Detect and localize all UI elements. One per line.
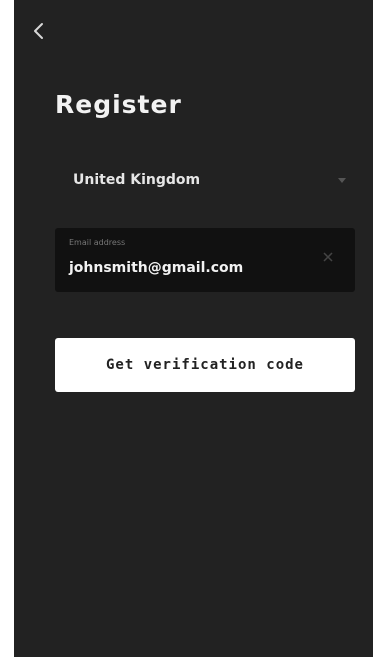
chevron-left-icon: [34, 23, 43, 39]
country-value: United Kingdom: [73, 172, 201, 188]
get-verification-code-label: Get verification code: [105, 357, 304, 373]
email-field[interactable]: Email address johnsmith@gmail.com: [55, 228, 355, 292]
email-caption: Email address: [69, 238, 126, 247]
country-select[interactable]: United Kingdom: [55, 158, 355, 202]
caret-down-icon: [338, 178, 346, 183]
back-button[interactable]: [28, 20, 50, 42]
register-screen: Register United Kingdom Email address jo…: [14, 0, 373, 657]
page-title: Register: [55, 90, 182, 119]
email-input[interactable]: johnsmith@gmail.com: [69, 260, 243, 276]
get-verification-code-button[interactable]: Get verification code: [55, 338, 355, 392]
close-icon[interactable]: [321, 250, 335, 264]
